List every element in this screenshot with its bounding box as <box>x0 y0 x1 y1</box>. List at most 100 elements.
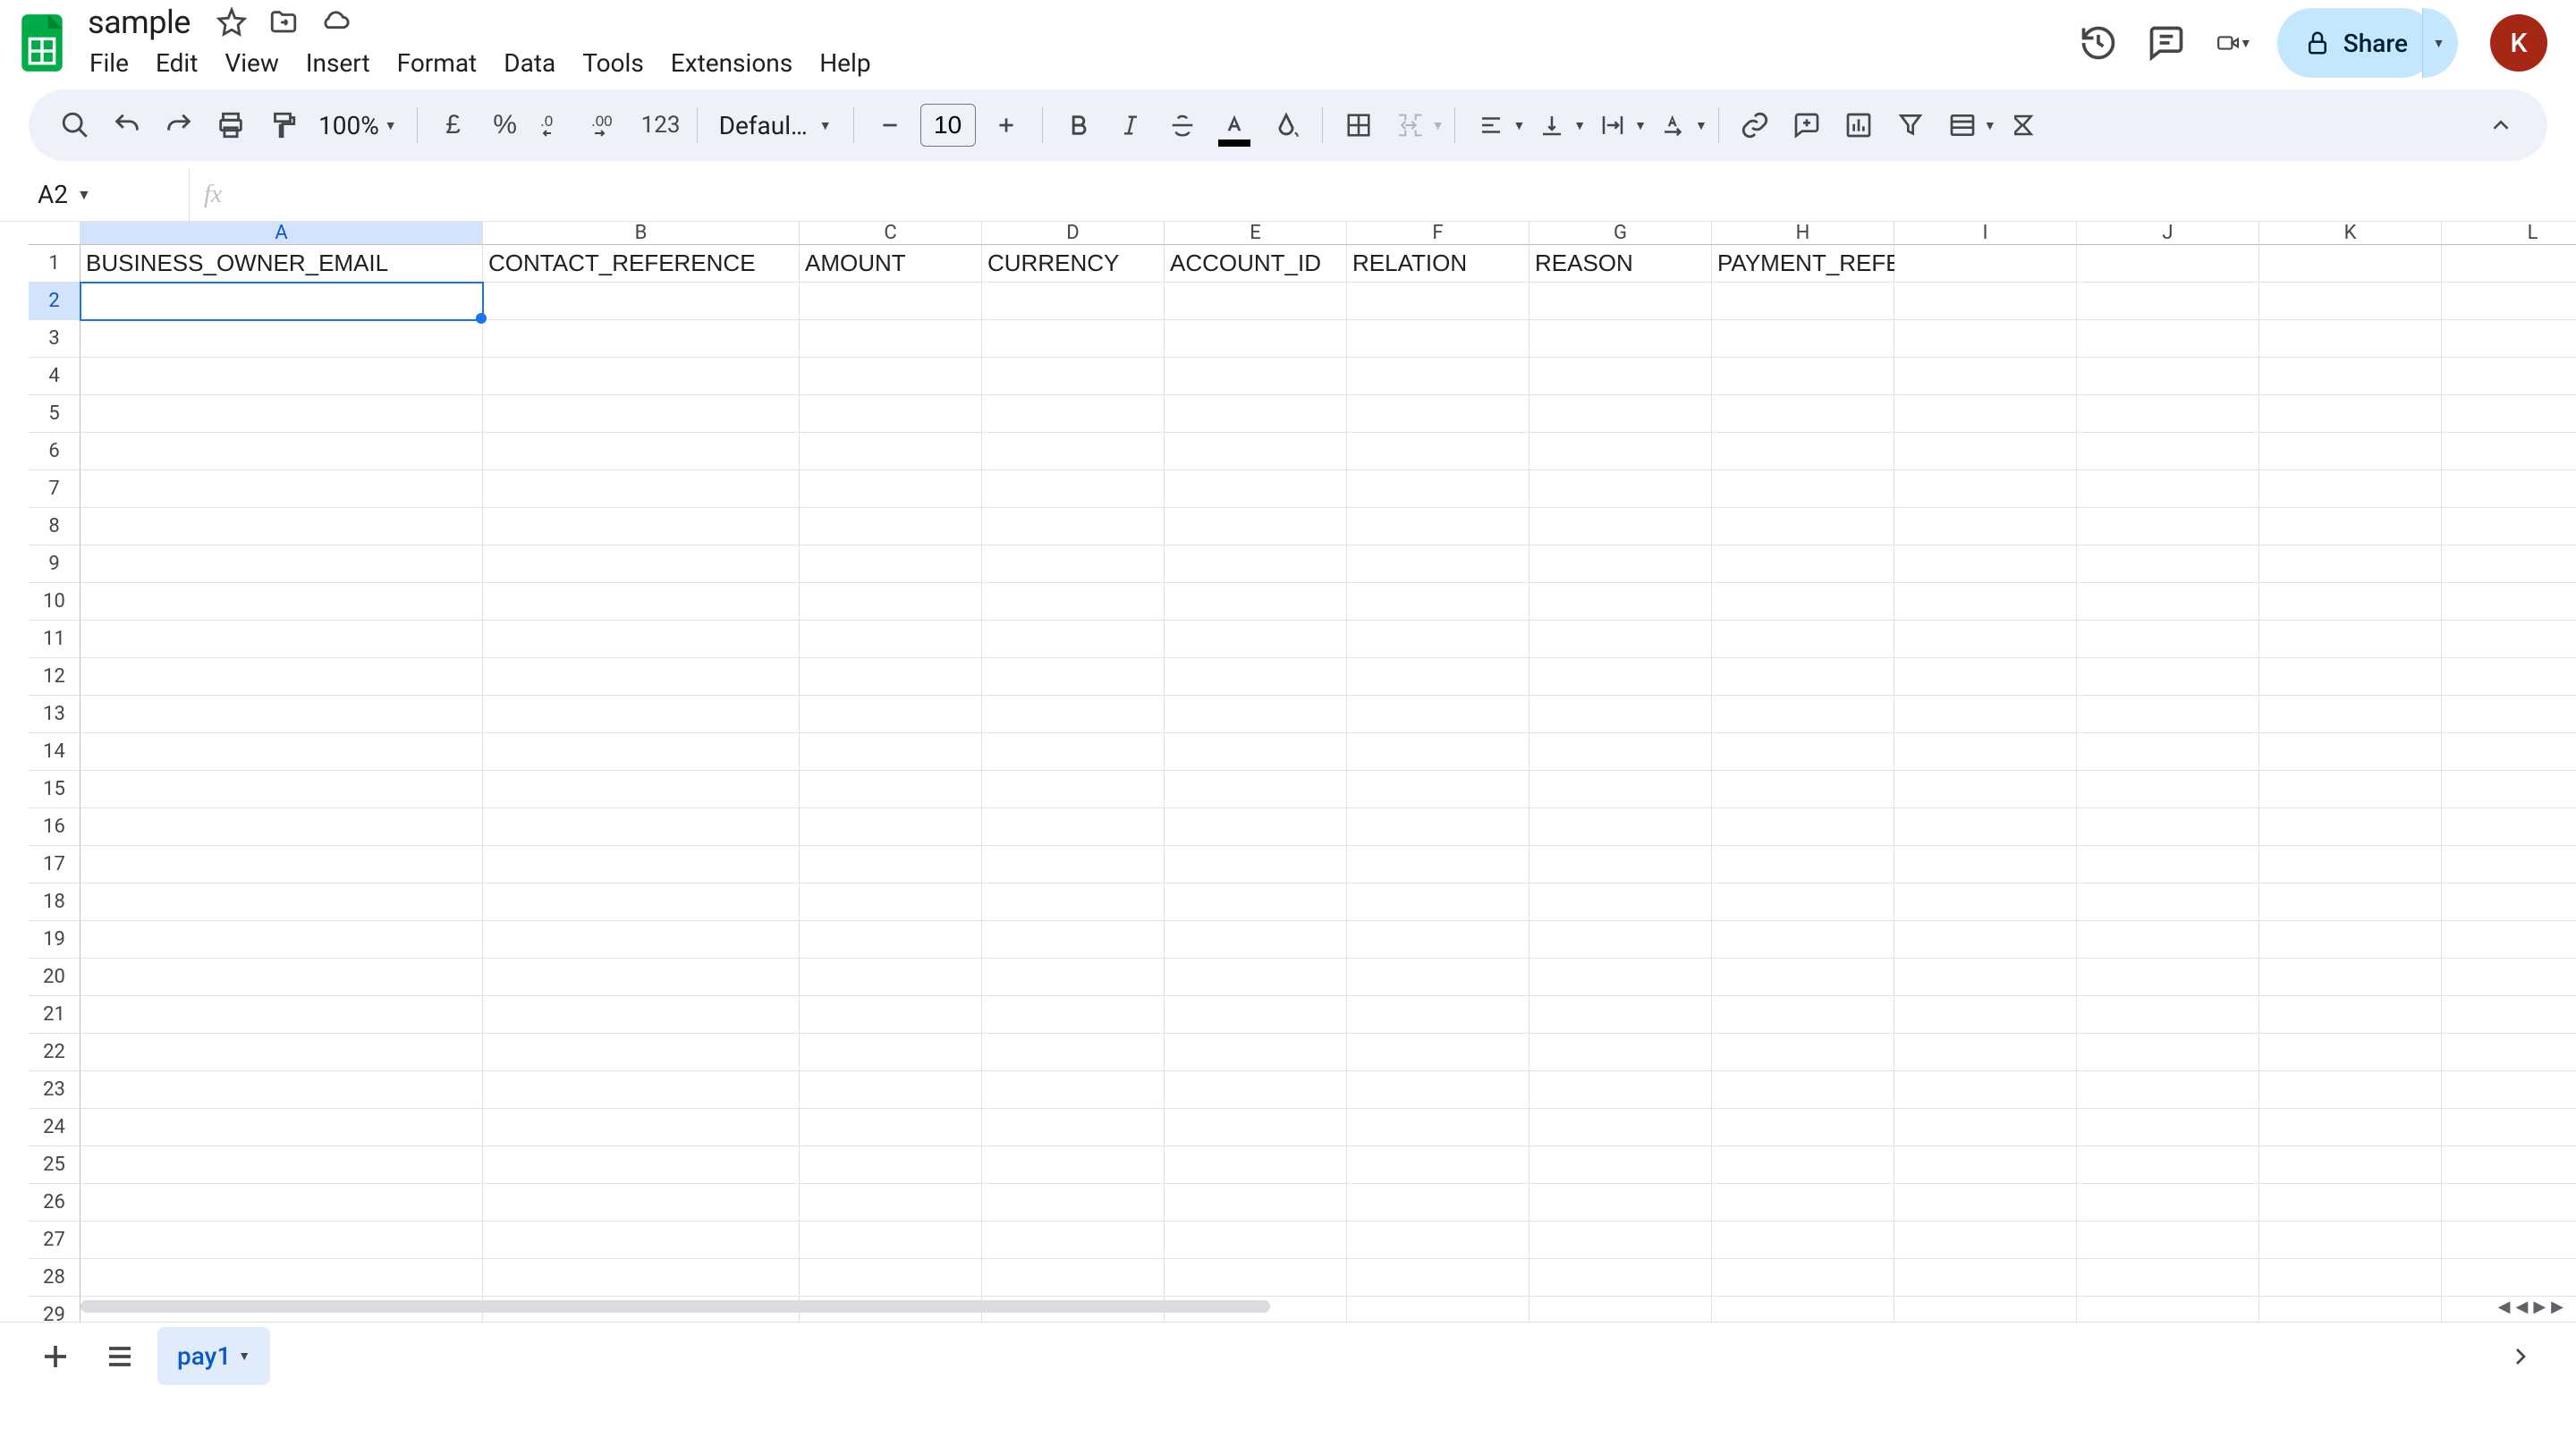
cell-H11[interactable] <box>1712 621 1894 658</box>
cell-B23[interactable] <box>483 1071 800 1109</box>
cell-J5[interactable] <box>2077 395 2259 433</box>
cell-L14[interactable] <box>2442 733 2576 771</box>
share-dropdown[interactable]: ▼ <box>2422 8 2458 78</box>
cell-E25[interactable] <box>1165 1146 1347 1184</box>
explore-icon[interactable] <box>2494 1330 2547 1383</box>
cell-B8[interactable] <box>483 508 800 545</box>
cell-J1[interactable] <box>2077 245 2259 283</box>
cell-C10[interactable] <box>800 583 982 621</box>
cell-K11[interactable] <box>2259 621 2442 658</box>
cell-J6[interactable] <box>2077 433 2259 470</box>
cell-K15[interactable] <box>2259 771 2442 808</box>
cell-C1[interactable]: AMOUNT <box>800 245 982 283</box>
cell-A11[interactable] <box>80 621 483 658</box>
cell-D26[interactable] <box>982 1184 1165 1222</box>
cell-I2[interactable] <box>1894 283 2077 320</box>
cell-H6[interactable] <box>1712 433 1894 470</box>
cell-F12[interactable] <box>1347 658 1530 696</box>
menu-tools[interactable]: Tools <box>570 43 657 83</box>
cell-K24[interactable] <box>2259 1109 2442 1146</box>
cell-H9[interactable] <box>1712 545 1894 583</box>
add-sheet-icon[interactable] <box>29 1330 82 1383</box>
cell-D23[interactable] <box>982 1071 1165 1109</box>
insert-comment-icon[interactable] <box>1782 100 1832 150</box>
cell-E1[interactable]: ACCOUNT_ID <box>1165 245 1347 283</box>
cell-G12[interactable] <box>1530 658 1712 696</box>
cell-L15[interactable] <box>2442 771 2576 808</box>
cell-K1[interactable] <box>2259 245 2442 283</box>
cell-H1[interactable]: PAYMENT_REFERENCE <box>1712 245 1894 283</box>
cell-K28[interactable] <box>2259 1259 2442 1297</box>
cell-B26[interactable] <box>483 1184 800 1222</box>
all-sheets-icon[interactable] <box>93 1330 147 1383</box>
cell-E27[interactable] <box>1165 1222 1347 1259</box>
cell-D8[interactable] <box>982 508 1165 545</box>
decrease-font-icon[interactable] <box>865 100 915 150</box>
cell-C27[interactable] <box>800 1222 982 1259</box>
cell-L8[interactable] <box>2442 508 2576 545</box>
cell-B10[interactable] <box>483 583 800 621</box>
cell-K16[interactable] <box>2259 808 2442 846</box>
row-header-6[interactable]: 6 <box>29 433 80 470</box>
cell-L12[interactable] <box>2442 658 2576 696</box>
percent-icon[interactable]: % <box>480 100 530 150</box>
cell-J10[interactable] <box>2077 583 2259 621</box>
cell-L4[interactable] <box>2442 358 2576 395</box>
cell-B12[interactable] <box>483 658 800 696</box>
cell-B21[interactable] <box>483 996 800 1034</box>
cell-L5[interactable] <box>2442 395 2576 433</box>
cell-C18[interactable] <box>800 883 982 921</box>
cell-L1[interactable] <box>2442 245 2576 283</box>
cell-C23[interactable] <box>800 1071 982 1109</box>
row-header-23[interactable]: 23 <box>29 1071 80 1109</box>
cell-D28[interactable] <box>982 1259 1165 1297</box>
align-horizontal-button[interactable] <box>1466 100 1516 150</box>
cell-F16[interactable] <box>1347 808 1530 846</box>
cell-L11[interactable] <box>2442 621 2576 658</box>
row-header-2[interactable]: 2 <box>29 283 80 320</box>
cell-L2[interactable] <box>2442 283 2576 320</box>
cell-D15[interactable] <box>982 771 1165 808</box>
cell-F6[interactable] <box>1347 433 1530 470</box>
col-header-E[interactable]: E <box>1165 222 1347 245</box>
cell-B7[interactable] <box>483 470 800 508</box>
row-header-1[interactable]: 1 <box>29 245 80 283</box>
cell-C4[interactable] <box>800 358 982 395</box>
cell-L3[interactable] <box>2442 320 2576 358</box>
cell-I14[interactable] <box>1894 733 2077 771</box>
cell-G2[interactable] <box>1530 283 1712 320</box>
cell-I5[interactable] <box>1894 395 2077 433</box>
cell-D7[interactable] <box>982 470 1165 508</box>
cell-B24[interactable] <box>483 1109 800 1146</box>
row-header-27[interactable]: 27 <box>29 1222 80 1259</box>
row-header-5[interactable]: 5 <box>29 395 80 433</box>
cell-G24[interactable] <box>1530 1109 1712 1146</box>
cell-B27[interactable] <box>483 1222 800 1259</box>
cell-I11[interactable] <box>1894 621 2077 658</box>
cell-I3[interactable] <box>1894 320 2077 358</box>
cell-G28[interactable] <box>1530 1259 1712 1297</box>
cell-G19[interactable] <box>1530 921 1712 959</box>
cell-D14[interactable] <box>982 733 1165 771</box>
cell-A5[interactable] <box>80 395 483 433</box>
cell-K22[interactable] <box>2259 1034 2442 1071</box>
cell-H17[interactable] <box>1712 846 1894 883</box>
functions-icon[interactable] <box>1998 100 2048 150</box>
cell-F3[interactable] <box>1347 320 1530 358</box>
cell-G15[interactable] <box>1530 771 1712 808</box>
italic-icon[interactable] <box>1106 100 1156 150</box>
cell-H8[interactable] <box>1712 508 1894 545</box>
cell-D25[interactable] <box>982 1146 1165 1184</box>
cell-J13[interactable] <box>2077 696 2259 733</box>
cell-H7[interactable] <box>1712 470 1894 508</box>
cell-I6[interactable] <box>1894 433 2077 470</box>
cell-I8[interactable] <box>1894 508 2077 545</box>
cell-L17[interactable] <box>2442 846 2576 883</box>
cell-K26[interactable] <box>2259 1184 2442 1222</box>
cell-L13[interactable] <box>2442 696 2576 733</box>
cell-A2[interactable] <box>80 283 483 320</box>
cell-L24[interactable] <box>2442 1109 2576 1146</box>
cell-J28[interactable] <box>2077 1259 2259 1297</box>
cell-A24[interactable] <box>80 1109 483 1146</box>
cell-B5[interactable] <box>483 395 800 433</box>
